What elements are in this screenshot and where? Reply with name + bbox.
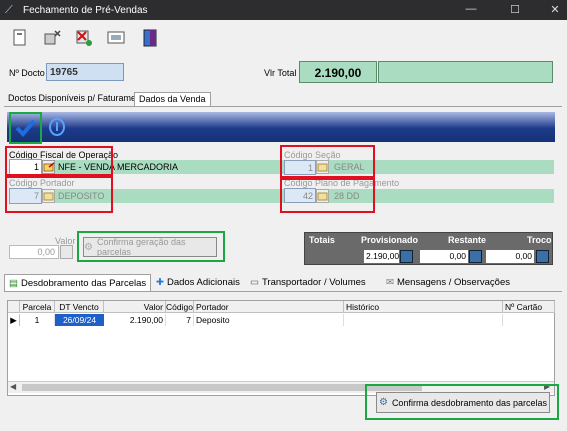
app-icon: ⟋ [5, 4, 13, 16]
troco-calc-icon[interactable] [536, 250, 549, 263]
minimize-button[interactable]: — [464, 3, 478, 15]
tab-dados-adicionais-label: Dados Adicionais [166, 276, 240, 288]
col-portador[interactable]: Portador [194, 301, 344, 313]
window-title: Fechamento de Pré-Vendas [23, 4, 148, 16]
provisionado-value: 2.190,00 [364, 250, 400, 263]
total-value-field: 2.190,00 [299, 61, 377, 83]
action-bar [7, 112, 555, 142]
gear-icon: ⚙ [84, 241, 93, 253]
doc-number-field[interactable]: 19765 [46, 63, 124, 81]
tab-dados-da-venda[interactable]: Dados da Venda [134, 92, 211, 107]
cell-cartao [503, 314, 555, 326]
secao-highlight [280, 145, 375, 178]
cell-codigo: 7 [166, 314, 194, 326]
tab-doctos-disponiveis[interactable]: Doctos Disponíveis p/ Faturamento [4, 92, 153, 106]
preview-icon[interactable] [106, 28, 126, 48]
add-icon: ✚ [156, 276, 164, 288]
tab-transportador-label: Transportador / Volumes [261, 276, 366, 288]
troco-label: Troco [527, 235, 552, 245]
lower-tabs: ▤ Desdobramento das Parcelas ✚ Dados Adi… [4, 274, 562, 292]
fiscal-highlight [5, 146, 113, 176]
plano-highlight [280, 178, 375, 213]
maximize-button[interactable]: ☐ [508, 3, 522, 16]
cell-parcela: 1 [20, 314, 55, 326]
new-document-icon[interactable] [11, 28, 31, 48]
confirm-desdobramento-button[interactable]: ⚙ Confirma desdobramento das parcelas [376, 392, 550, 413]
tab-mensagens[interactable]: ✉ Mensagens / Observações [382, 274, 514, 290]
confirm-parcelas-button[interactable]: ⚙ Confirma geração das parcelas [83, 237, 217, 257]
gear-icon: ⚙ [378, 397, 388, 408]
close-button[interactable]: ✕ [548, 3, 562, 16]
col-codigo[interactable]: Código [166, 301, 194, 313]
cell-vencto[interactable]: 26/09/24 [55, 314, 104, 326]
tab-dados-adicionais[interactable]: ✚ Dados Adicionais [152, 274, 244, 290]
provisionado-calc-icon[interactable] [400, 250, 413, 263]
col-dt-vencto[interactable]: DT Vencto [55, 301, 104, 313]
doc-number-label: Nº Docto [9, 68, 45, 78]
delete-item-icon[interactable] [42, 28, 62, 48]
lower-tab-divider [4, 291, 562, 292]
troco-value: 0,00 [486, 250, 534, 263]
col-valor[interactable]: Valor [104, 301, 166, 313]
tab-divider [4, 106, 562, 107]
cell-historico [344, 314, 503, 326]
portador-highlight [5, 176, 113, 213]
scrollbar-thumb[interactable] [22, 384, 422, 391]
checkmark-icon[interactable] [14, 117, 36, 139]
calculator-icon[interactable] [60, 245, 73, 259]
scroll-left-icon[interactable]: ◀ [10, 382, 16, 391]
tab-desdobramento[interactable]: ▤ Desdobramento das Parcelas [4, 274, 152, 291]
restante-calc-icon[interactable] [469, 250, 482, 263]
totals-header: Totais Provisionado Restante Troco [305, 234, 552, 246]
total-value-extra [378, 61, 553, 83]
col-parcela[interactable]: Parcela [20, 301, 55, 313]
cell-valor: 2.190,00 [104, 314, 166, 326]
totals-label: Totais [309, 235, 335, 245]
valor-input[interactable]: 0,00 [9, 245, 59, 259]
row-indicator-icon: ▶ [8, 314, 20, 326]
exit-door-icon[interactable] [140, 28, 160, 48]
title-bar: ⟋ Fechamento de Pré-Vendas — ☐ ✕ [0, 0, 567, 20]
provisionado-label: Provisionado [361, 235, 419, 245]
money-icon: ▤ [9, 277, 18, 289]
tab-mensagens-label: Mensagens / Observações [396, 276, 510, 288]
parcelas-grid: Parcela DT Vencto Valor Código Portador … [7, 300, 555, 396]
total-value-label: Vlr Total [264, 68, 297, 78]
col-cartao[interactable]: Nº Cartão [503, 301, 555, 313]
truck-icon: ▭ [250, 276, 259, 288]
cancel-icon[interactable] [74, 28, 94, 48]
message-icon: ✉ [386, 276, 394, 288]
cell-portador: Deposito [194, 314, 344, 326]
confirm-desdobramento-label: Confirma desdobramento das parcelas [391, 397, 548, 408]
restante-label: Restante [448, 235, 487, 245]
grid-corner [8, 301, 20, 313]
restante-value: 0,00 [420, 250, 468, 263]
tab-desdobramento-label: Desdobramento das Parcelas [20, 277, 147, 289]
col-historico[interactable]: Histórico [344, 301, 503, 313]
tab-transportador[interactable]: ▭ Transportador / Volumes [246, 274, 370, 290]
main-tabs: Doctos Disponíveis p/ Faturamento Dados … [0, 92, 567, 107]
confirm-parcelas-label: Confirma geração das parcelas [96, 237, 186, 257]
info-icon[interactable] [48, 118, 66, 136]
toolbar [0, 20, 567, 56]
